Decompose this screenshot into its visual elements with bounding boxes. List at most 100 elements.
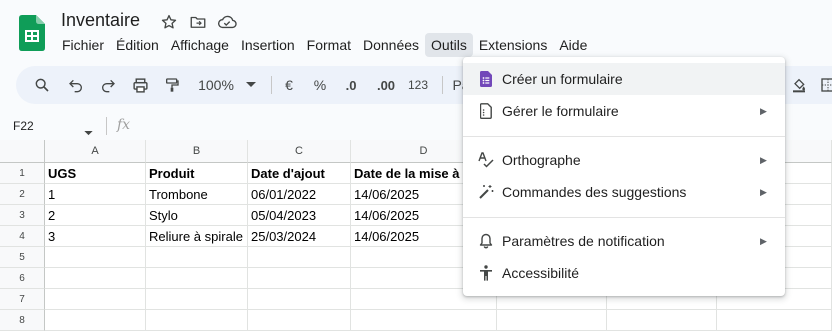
cell[interactable]: 05/04/2023 xyxy=(248,205,351,226)
cell[interactable] xyxy=(146,247,248,268)
spellcheck-icon xyxy=(477,151,495,169)
cell[interactable] xyxy=(248,247,351,268)
row-header-1[interactable]: 1 xyxy=(0,163,45,184)
cell[interactable] xyxy=(351,310,497,331)
menu-edition[interactable]: Édition xyxy=(110,33,165,57)
percent-symbol: % xyxy=(313,77,327,93)
increase-decimal-label: .00 xyxy=(376,77,396,93)
document-title[interactable]: Inventaire xyxy=(61,10,140,31)
cell[interactable] xyxy=(45,268,146,289)
cell[interactable]: 1 xyxy=(45,184,146,205)
percent-format-button[interactable]: % xyxy=(310,66,330,104)
cell[interactable] xyxy=(146,289,248,310)
cell[interactable]: 06/01/2022 xyxy=(248,184,351,205)
menu-item-creer-formulaire[interactable]: Créer un formulaire xyxy=(463,63,785,95)
cell[interactable]: Stylo xyxy=(146,205,248,226)
cell[interactable] xyxy=(248,268,351,289)
menu-fichier[interactable]: Fichier xyxy=(56,33,110,57)
column-header-b[interactable]: B xyxy=(146,140,248,163)
cell[interactable] xyxy=(607,310,717,331)
submenu-arrow-icon: ▶ xyxy=(760,186,767,197)
menu-item-gerer-formulaire[interactable]: Gérer le formulaire ▶ xyxy=(463,95,785,127)
cloud-saved-icon[interactable] xyxy=(217,12,237,32)
column-header-c[interactable]: C xyxy=(248,140,351,163)
cell[interactable] xyxy=(146,268,248,289)
cell[interactable] xyxy=(45,289,146,310)
menu-separator xyxy=(463,217,785,218)
menu-aide[interactable]: Aide xyxy=(553,33,593,57)
cell[interactable] xyxy=(248,289,351,310)
cell[interactable] xyxy=(146,310,248,331)
menu-item-label: Accessibilité xyxy=(502,265,580,281)
accessibility-icon xyxy=(477,264,495,282)
borders-icon[interactable] xyxy=(818,66,832,104)
outils-menu: Créer un formulaire Gérer le formulaire … xyxy=(463,57,785,296)
cell[interactable] xyxy=(45,310,146,331)
zoom-select[interactable]: 100% xyxy=(194,66,238,104)
cell-reference: F22 xyxy=(13,119,34,133)
cell[interactable] xyxy=(248,310,351,331)
increase-decimal-button[interactable]: .00 xyxy=(371,66,401,104)
bell-icon xyxy=(477,232,495,250)
fill-color-icon[interactable] xyxy=(789,66,809,104)
menu-item-label: Commandes des suggestions xyxy=(502,184,687,200)
menu-outils[interactable]: Outils xyxy=(425,33,473,57)
row-header-4[interactable]: 4 xyxy=(0,226,45,247)
form-doc-icon xyxy=(477,102,495,120)
number-format-button[interactable]: 123 xyxy=(405,66,431,104)
column-header-a[interactable]: A xyxy=(45,140,146,163)
forms-icon xyxy=(477,70,495,88)
cell[interactable]: Produit xyxy=(146,163,248,184)
menu-insertion[interactable]: Insertion xyxy=(235,33,301,57)
row-header-8[interactable]: 8 xyxy=(0,310,45,331)
toolbar-divider xyxy=(271,76,272,94)
number-format-label: 123 xyxy=(407,78,429,92)
search-menus-icon[interactable] xyxy=(30,66,54,104)
cell[interactable]: 2 xyxy=(45,205,146,226)
row-header-2[interactable]: 2 xyxy=(0,184,45,205)
row-header-5[interactable]: 5 xyxy=(0,247,45,268)
decrease-decimal-button[interactable]: .0 xyxy=(338,66,364,104)
move-folder-icon[interactable] xyxy=(188,12,208,32)
zoom-dropdown-icon[interactable] xyxy=(244,66,258,104)
cell[interactable]: Reliure à spirale xyxy=(146,226,248,247)
cell[interactable] xyxy=(497,310,607,331)
paint-format-icon[interactable] xyxy=(160,66,184,104)
menu-affichage[interactable]: Affichage xyxy=(165,33,235,57)
row-header-7[interactable]: 7 xyxy=(0,289,45,310)
cell[interactable]: 25/03/2024 xyxy=(248,226,351,247)
sheets-logo-icon[interactable] xyxy=(19,15,45,51)
redo-icon[interactable] xyxy=(96,66,120,104)
cell[interactable]: 3 xyxy=(45,226,146,247)
menu-extensions[interactable]: Extensions xyxy=(473,33,553,57)
star-icon[interactable] xyxy=(159,12,179,32)
cell[interactable]: Date d'ajout xyxy=(248,163,351,184)
currency-symbol: € xyxy=(285,77,293,93)
toolbar-divider xyxy=(442,76,443,94)
menu-item-label: Gérer le formulaire xyxy=(502,103,619,119)
select-all-corner[interactable] xyxy=(0,140,45,163)
undo-icon[interactable] xyxy=(64,66,88,104)
menu-item-label: Créer un formulaire xyxy=(502,71,623,87)
row-header-6[interactable]: 6 xyxy=(0,268,45,289)
cell[interactable]: UGS xyxy=(45,163,146,184)
menu-separator xyxy=(463,136,785,137)
decrease-decimal-label: .0 xyxy=(345,77,357,93)
currency-format-button[interactable]: € xyxy=(280,66,298,104)
menu-item-accessibilite[interactable]: Accessibilité xyxy=(463,257,785,289)
menu-item-commandes-suggestions[interactable]: Commandes des suggestions ▶ xyxy=(463,176,785,208)
menu-donnees[interactable]: Données xyxy=(357,33,425,57)
magic-wand-icon xyxy=(477,183,495,201)
print-icon[interactable] xyxy=(128,66,152,104)
cell[interactable] xyxy=(45,247,146,268)
menu-format[interactable]: Format xyxy=(301,33,357,57)
menu-item-orthographe[interactable]: Orthographe ▶ xyxy=(463,144,785,176)
menu-item-parametres-notification[interactable]: Paramètres de notification ▶ xyxy=(463,225,785,257)
name-box[interactable]: F22 xyxy=(0,114,100,138)
name-box-dropdown-icon[interactable] xyxy=(84,123,93,141)
row-header-3[interactable]: 3 xyxy=(0,205,45,226)
menu-item-label: Paramètres de notification xyxy=(502,233,665,249)
menu-item-label: Orthographe xyxy=(502,152,581,168)
cell[interactable] xyxy=(717,310,832,331)
cell[interactable]: Trombone xyxy=(146,184,248,205)
